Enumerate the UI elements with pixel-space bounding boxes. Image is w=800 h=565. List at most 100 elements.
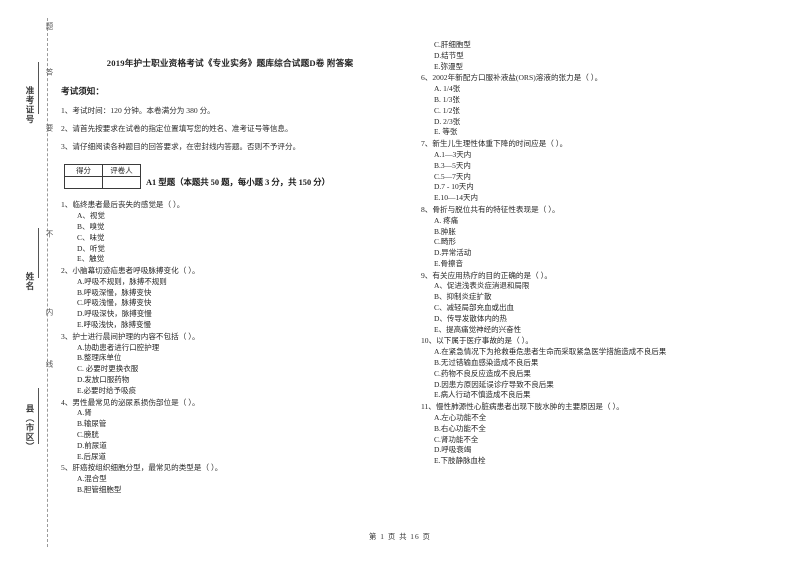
question-10: 10、以下属于医疗事故的是（ ）。 A.在紧急情况下为抢救垂危患者生命而采取紧急… [420, 336, 760, 401]
question-option[interactable]: D.呼吸深快，脉搏变慢 [77, 309, 400, 320]
question-option[interactable]: A、促进浅表炎症消退和局限 [434, 281, 760, 292]
question-stem: 7、新生儿生理性体重下降的时间应是（ ）。 [421, 139, 568, 149]
question-option[interactable]: D、听觉 [77, 244, 400, 255]
question-option[interactable]: E. 等张 [434, 127, 760, 138]
question-option[interactable]: A. 1/4张 [434, 84, 760, 95]
question-option[interactable]: E.后尿道 [77, 452, 400, 463]
question-stem: 6、2002年新配方口服补液盐(ORS)溶液的张力是（ ）。 [421, 73, 603, 83]
notice-item-2: 2、请首先按要求在试卷的指定位置填写您的姓名、准考证号等信息。 [61, 124, 293, 134]
question-option[interactable]: E、触觉 [77, 254, 400, 265]
question-option[interactable]: D.发放口服药物 [77, 375, 400, 386]
question-stem: 11、慢性肺源性心脏病患者出现下肢水肿的主要原因是（ ）。 [421, 402, 624, 412]
question-option[interactable]: B、抑制炎症扩散 [434, 292, 760, 303]
question-option[interactable]: B、嗅觉 [77, 222, 400, 233]
question-option[interactable]: B.胆管细胞型 [77, 485, 400, 496]
page-title: 2019年护士职业资格考试《专业实务》题库综合试题D卷 附答案 [106, 58, 354, 68]
question-option[interactable]: D.因患方原因延误诊疗导致不良后果 [434, 380, 760, 391]
question-option[interactable]: D.结节型 [434, 51, 760, 62]
question-option[interactable]: E.呼吸浅快，脉搏变慢 [77, 320, 400, 331]
seal-edge-word-5: 线 [45, 360, 54, 368]
question-option[interactable]: B. 1/3张 [434, 95, 760, 106]
score-header-score: 得分 [64, 164, 103, 178]
question-option[interactable]: D.呼吸衰竭 [434, 445, 760, 456]
question-option[interactable]: B.整理床单位 [77, 353, 400, 364]
question-5: 5、肝癌按组织细胞分型，最常见的类型是（ ）。 A.混合型 B.胆管细胞型 [60, 463, 400, 495]
score-header-grader: 评卷人 [102, 164, 141, 178]
question-option[interactable]: C.药物不良反应造成不良后果 [434, 369, 760, 380]
seal-field-name: 姓名 [25, 272, 35, 291]
question-option[interactable]: C.呼吸浅慢，脉搏变快 [77, 298, 400, 309]
question-stem: 8、骨折与脱位共有的特征性表现是（ ）。 [421, 204, 560, 214]
question-option[interactable]: A.在紧急情况下为抢救垂危患者生命而采取紧急医学措施造成不良后果 [434, 347, 760, 358]
seal-rule-2 [38, 388, 39, 444]
question-option[interactable]: D.7 - 10天内 [434, 182, 760, 193]
question-option[interactable]: D. 2/3张 [434, 117, 760, 128]
question-option[interactable]: A.混合型 [77, 474, 400, 485]
score-table-block: 得分 评卷人 A1 型题（本题共 50 题，每小题 3 分，共 150 分） [60, 164, 400, 194]
question-stem: 1、临终患者最后丧失的感觉是（ ）。 [61, 200, 185, 210]
question-option[interactable]: C、减轻局部充血或出血 [434, 303, 760, 314]
question-option[interactable]: C. 必要时更换衣服 [77, 364, 400, 375]
question-option[interactable]: E.10—14天内 [434, 193, 760, 204]
question-1: 1、临终患者最后丧失的感觉是（ ）。 A、视觉 B、嗅觉 C、味觉 D、听觉 E… [60, 200, 400, 265]
seal-rule-0 [38, 62, 39, 114]
question-7: 7、新生儿生理性体重下降的时间应是（ ）。 A.1—3天内 B.3—5天内 C.… [420, 139, 760, 204]
question-option[interactable]: E.必要时给予吸痰 [77, 386, 400, 397]
question-option[interactable]: C.肾功能不全 [434, 435, 760, 446]
score-value-grader[interactable] [102, 176, 141, 190]
question-9: 9、有关应用热疗的目的正确的是（ ）。 A、促进浅表炎症消退和局限 B、抑制炎症… [420, 271, 760, 336]
question-8: 8、骨折与脱位共有的特征性表现是（ ）。 A. 疼痛 B.肿胀 C.畸形 D.异… [420, 205, 760, 270]
question-stem: 2、小脑幕切迹疝患者呼吸脉搏变化（ ）。 [61, 266, 200, 276]
question-5-continued: C.肝细胞型 D.结节型 E.弥漫型 [420, 40, 760, 72]
seal-field-admission-number: 准考证号 [25, 86, 35, 124]
question-option[interactable]: D.前尿道 [77, 441, 400, 452]
question-option[interactable]: A、视觉 [77, 211, 400, 222]
exam-paper-page: 题 答 准考证号 要 不 姓名 内 线 县（市区） 2019年护士职业资格考试《… [0, 0, 800, 565]
question-option[interactable]: C、味觉 [77, 233, 400, 244]
question-option[interactable]: E.下肢静脉血栓 [434, 456, 760, 467]
question-option[interactable]: A.肾 [77, 408, 400, 419]
question-option[interactable]: C.肝细胞型 [434, 40, 760, 51]
question-option[interactable]: D.异常活动 [434, 248, 760, 259]
seal-edge-word-4: 内 [45, 308, 54, 316]
question-list-left: 1、临终患者最后丧失的感觉是（ ）。 A、视觉 B、嗅觉 C、味觉 D、听觉 E… [60, 200, 400, 495]
seal-dashed-line [47, 18, 48, 547]
question-4: 4、男性最常见的泌尿系损伤部位是（ ）。 A.肾 B.输尿管 C.膀胱 D.前尿… [60, 398, 400, 463]
sealing-line-margin: 题 答 准考证号 要 不 姓名 内 线 县（市区） [0, 0, 60, 565]
question-option[interactable]: C.膀胱 [77, 430, 400, 441]
seal-edge-word-3: 不 [45, 230, 54, 238]
question-11: 11、慢性肺源性心脏病患者出现下肢水肿的主要原因是（ ）。 A.左心功能不全 B… [420, 402, 760, 467]
question-option[interactable]: B.3—5天内 [434, 161, 760, 172]
question-option[interactable]: A.协助患者进行口腔护理 [77, 343, 400, 354]
question-option[interactable]: C. 1/2张 [434, 106, 760, 117]
notice-heading: 考试须知： [61, 86, 104, 96]
question-option[interactable]: D、传导发散体内的热 [434, 314, 760, 325]
question-option[interactable]: B.呼吸深慢，脉搏变快 [77, 288, 400, 299]
question-option[interactable]: B.肿胀 [434, 227, 760, 238]
seal-edge-word-2: 要 [45, 124, 54, 132]
column-right: C.肝细胞型 D.结节型 E.弥漫型 6、2002年新配方口服补液盐(ORS)溶… [420, 0, 760, 565]
seal-rule-1 [38, 228, 39, 278]
question-option[interactable]: A.左心功能不全 [434, 413, 760, 424]
question-option[interactable]: C.畸形 [434, 237, 760, 248]
question-list-right: C.肝细胞型 D.结节型 E.弥漫型 6、2002年新配方口服补液盐(ORS)溶… [420, 40, 760, 467]
question-option[interactable]: A.呼吸不规则，脉搏不规则 [77, 277, 400, 288]
question-option[interactable]: E.弥漫型 [434, 62, 760, 73]
question-option[interactable]: E、提高痛觉神经的兴奋性 [434, 325, 760, 336]
notice-item-1: 1、考试时间：120 分钟。本卷满分为 380 分。 [61, 106, 215, 115]
question-option[interactable]: A.1—3天内 [434, 150, 760, 161]
question-option[interactable]: B.输尿管 [77, 419, 400, 430]
score-value-score[interactable] [64, 176, 103, 190]
seal-edge-word-0: 题 [45, 22, 54, 30]
question-option[interactable]: C.5—7天内 [434, 172, 760, 183]
question-stem: 4、男性最常见的泌尿系损伤部位是（ ）。 [61, 397, 200, 407]
section-title: A1 型题（本题共 50 题，每小题 3 分，共 150 分） [146, 178, 331, 188]
question-option[interactable]: B.无过错输血感染造成不良后果 [434, 358, 760, 369]
question-option[interactable]: B.右心功能不全 [434, 424, 760, 435]
question-stem: 10、以下属于医疗事故的是（ ）。 [421, 336, 534, 346]
question-option[interactable]: A. 疼痛 [434, 216, 760, 227]
question-2: 2、小脑幕切迹疝患者呼吸脉搏变化（ ）。 A.呼吸不规则，脉搏不规则 B.呼吸深… [60, 266, 400, 331]
question-option[interactable]: E.病人行动不慎造成不良后果 [434, 390, 760, 401]
question-option[interactable]: E.骨擦音 [434, 259, 760, 270]
question-stem: 3、护士进行晨间护理的内容不包括（ ）。 [61, 331, 200, 341]
